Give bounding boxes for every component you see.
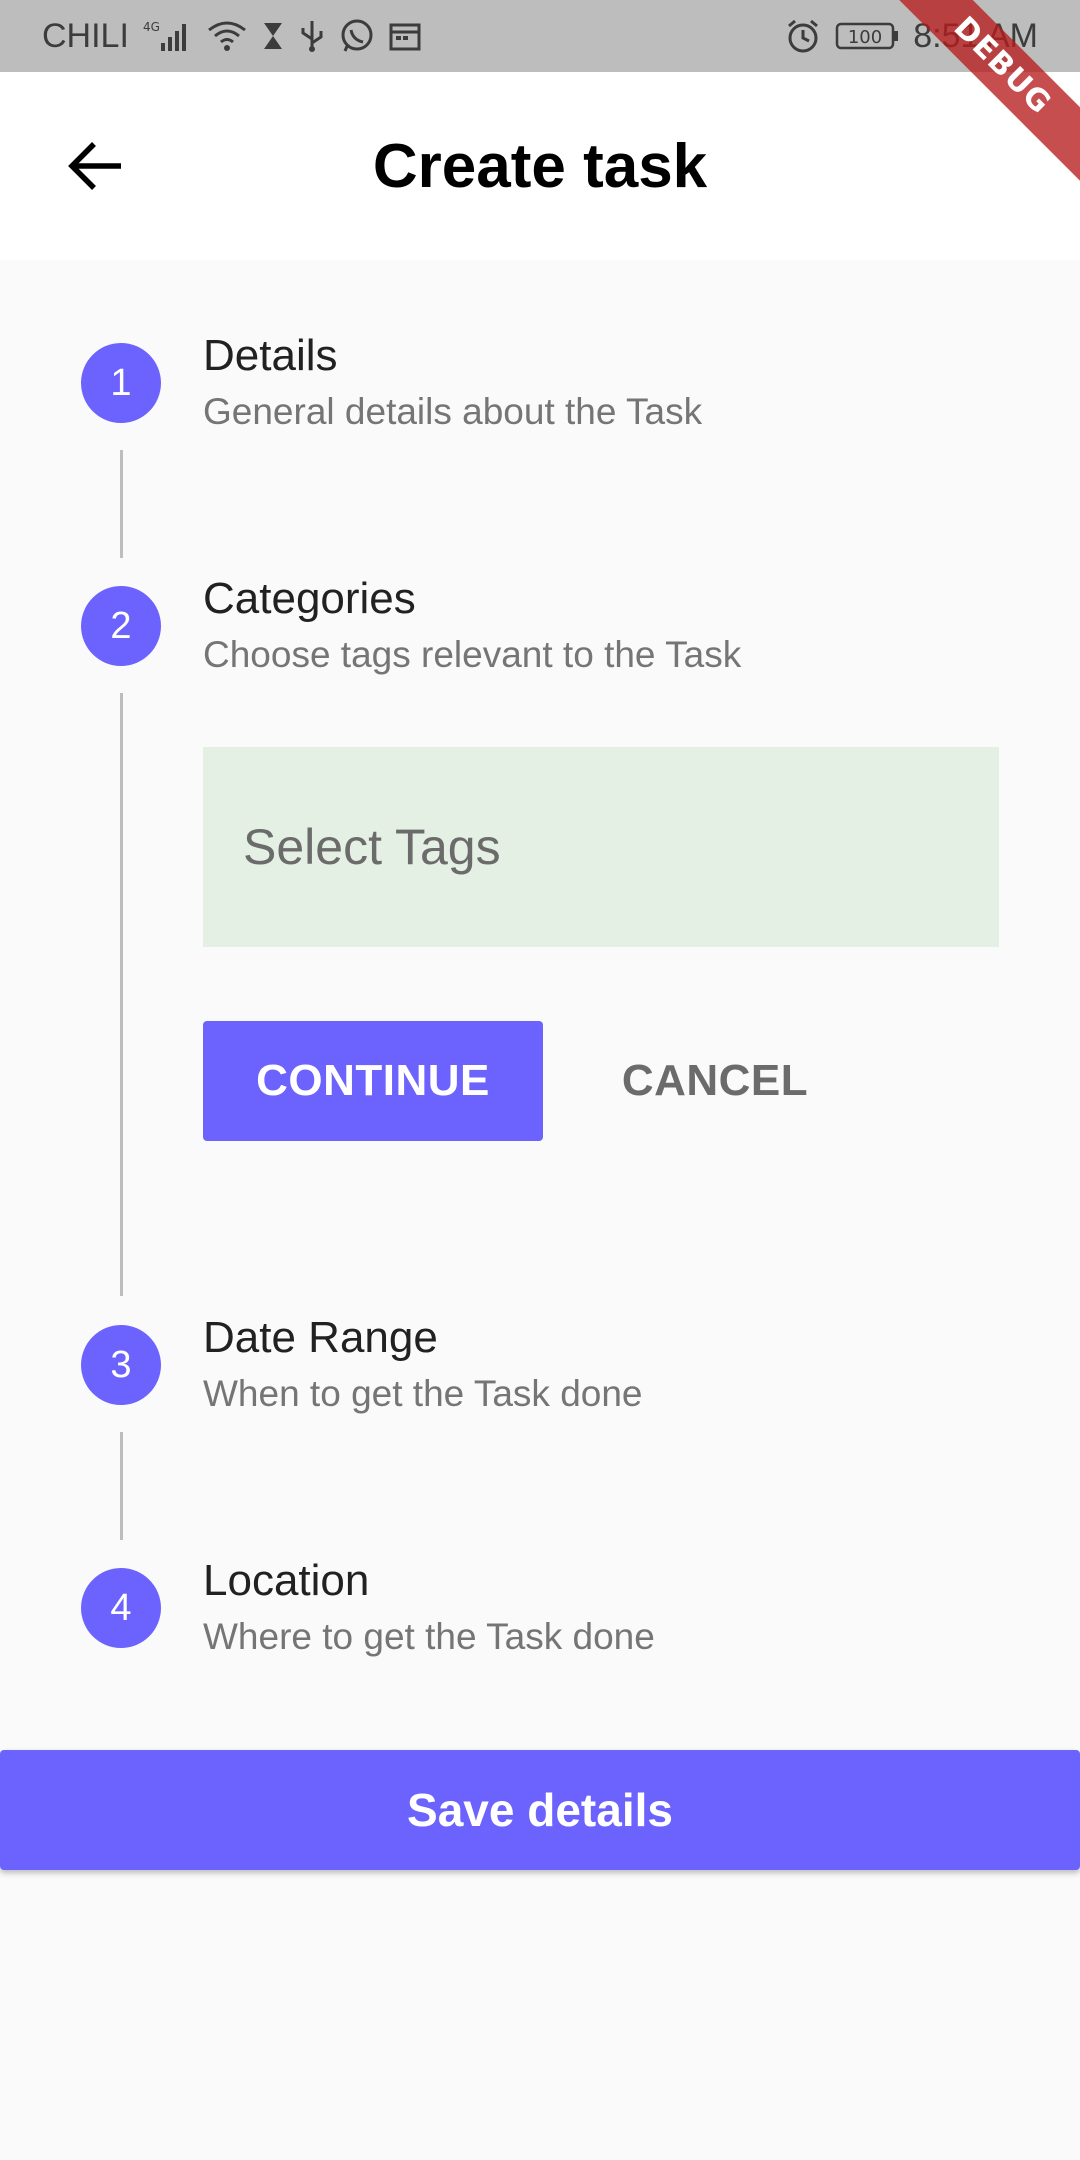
step-connector (120, 1432, 123, 1540)
hourglass-icon (261, 21, 285, 51)
step-subtitle: General details about the Task (203, 391, 703, 432)
step-number-circle[interactable]: 3 (81, 1325, 161, 1405)
step-title: Categories (203, 574, 416, 623)
step-number-circle[interactable]: 4 (81, 1568, 161, 1648)
app-bar: Create task (0, 72, 1080, 260)
page-title: Create task (372, 131, 708, 201)
arrow-left-icon (68, 142, 121, 190)
signal-icon: 4G (143, 19, 193, 53)
step-connector (120, 693, 123, 1296)
wifi-icon (207, 20, 247, 52)
alarm-icon (785, 18, 821, 54)
continue-button[interactable]: CONTINUE (203, 1021, 543, 1141)
calendar-icon (389, 21, 421, 51)
step-title: Location (203, 1556, 370, 1605)
network-type: 4G (143, 20, 160, 34)
status-left: CHILI 4G (42, 17, 421, 56)
cancel-button[interactable]: CANCEL (590, 1021, 840, 1141)
battery-icon: 100 (835, 20, 899, 52)
screen: CHILI 4G 100 DEBUG Create task 1 Details… (0, 0, 1080, 2160)
step-text: Details General details about the Task (203, 330, 702, 438)
step-title: Details (203, 331, 338, 380)
step-title: Date Range (203, 1313, 438, 1362)
whatsapp-icon (339, 18, 375, 54)
back-button[interactable] (56, 126, 136, 206)
step-text: Date Range When to get the Task done (203, 1312, 643, 1420)
battery-level: 100 (848, 27, 882, 48)
usb-icon (299, 19, 325, 53)
carrier-name: CHILI (42, 16, 129, 55)
select-tags-placeholder: Select Tags (243, 819, 501, 875)
step-number-circle[interactable]: 1 (81, 343, 161, 423)
select-tags-field[interactable]: Select Tags (203, 747, 999, 947)
step-subtitle: When to get the Task done (203, 1373, 643, 1414)
step-connector (120, 450, 123, 558)
step-text: Location Where to get the Task done (203, 1555, 655, 1663)
step-text: Categories Choose tags relevant to the T… (203, 573, 741, 681)
save-details-button[interactable]: Save details (0, 1750, 1080, 1870)
step-subtitle: Where to get the Task done (203, 1616, 655, 1657)
step-subtitle: Choose tags relevant to the Task (203, 634, 742, 675)
step-number-circle[interactable]: 2 (81, 586, 161, 666)
